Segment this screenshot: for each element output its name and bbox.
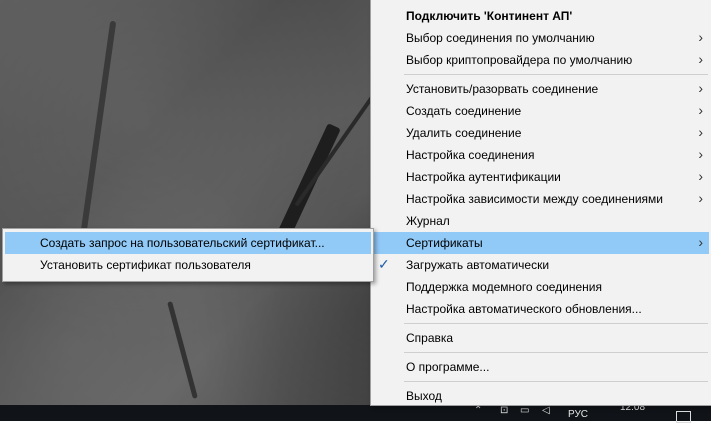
menu-item-label: Создать соединение — [406, 104, 522, 118]
menu-separator — [404, 74, 708, 75]
menu-item-label: Сертификаты — [406, 236, 483, 250]
menu-item-label: Настройка аутентификации — [406, 170, 561, 184]
menu-item-create-connection[interactable]: Создать соединение › — [373, 100, 709, 122]
menu-item-label: Выбор криптопровайдера по умолчанию — [406, 53, 633, 67]
menu-item-auth-settings[interactable]: Настройка аутентификации › — [373, 166, 709, 188]
menu-item-autoload[interactable]: ✓ Загружать автоматически — [373, 254, 709, 276]
taskbar: ⌃ ⊡ ▭ ◁ РУС 12:08 — [0, 402, 711, 423]
menu-item-dependency-settings[interactable]: Настройка зависимости между соединениями… — [373, 188, 709, 210]
tray-context-menu: Подключить 'Континент АП' Выбор соединен… — [370, 0, 711, 406]
menu-item-label: Настройка автоматического обновления... — [406, 302, 642, 316]
submenu-item-create-cert-request[interactable]: Создать запрос на пользовательский серти… — [5, 232, 371, 254]
chevron-right-icon: › — [698, 190, 703, 206]
menu-item-label: Создать запрос на пользовательский серти… — [40, 236, 325, 250]
menu-item-auto-update-settings[interactable]: Настройка автоматического обновления... — [373, 298, 709, 320]
language-indicator[interactable]: РУС — [568, 409, 588, 421]
menu-item-log[interactable]: Журнал — [373, 210, 709, 232]
menu-item-certificates[interactable]: Сертификаты › — [373, 232, 709, 254]
certificates-submenu: Создать запрос на пользовательский серти… — [2, 228, 374, 282]
menu-item-label: Выход — [406, 389, 442, 403]
menu-item-label: О программе... — [406, 360, 490, 374]
menu-item-default-connection[interactable]: Выбор соединения по умолчанию › — [373, 27, 709, 49]
chevron-right-icon: › — [698, 80, 703, 96]
menu-item-label: Выбор соединения по умолчанию — [406, 31, 595, 45]
menu-item-modem-support[interactable]: Поддержка модемного соединения — [373, 276, 709, 298]
rock-crack — [167, 301, 198, 399]
menu-separator — [404, 381, 708, 382]
menu-item-label: Настройка зависимости между соединениями — [406, 192, 663, 206]
chevron-right-icon: › — [698, 146, 703, 162]
menu-item-connect-disconnect[interactable]: Установить/разорвать соединение › — [373, 78, 709, 100]
menu-item-delete-connection[interactable]: Удалить соединение › — [373, 122, 709, 144]
notification-center-icon[interactable] — [676, 411, 691, 423]
menu-item-label: Установить/разорвать соединение — [406, 82, 599, 96]
menu-item-label: Загружать автоматически — [406, 258, 550, 272]
menu-item-connection-settings[interactable]: Настройка соединения › — [373, 144, 709, 166]
chevron-right-icon: › — [698, 124, 703, 140]
chevron-right-icon: › — [698, 51, 703, 67]
chevron-right-icon: › — [698, 168, 703, 184]
menu-item-label: Справка — [406, 331, 454, 345]
menu-item-help[interactable]: Справка — [373, 327, 709, 349]
checkmark-icon: ✓ — [378, 256, 390, 272]
menu-item-connect[interactable]: Подключить 'Континент АП' — [373, 5, 709, 27]
menu-item-exit[interactable]: Выход — [373, 385, 709, 407]
menu-item-label: Установить сертификат пользователя — [40, 258, 251, 272]
chevron-right-icon: › — [698, 102, 703, 118]
submenu-item-install-user-cert[interactable]: Установить сертификат пользователя — [5, 254, 371, 276]
menu-item-label: Журнал — [406, 214, 450, 228]
menu-item-label: Поддержка модемного соединения — [406, 280, 602, 294]
menu-item-label: Подключить 'Континент АП' — [406, 9, 573, 23]
menu-separator — [404, 352, 708, 353]
menu-separator — [404, 323, 708, 324]
chevron-right-icon: › — [698, 29, 703, 45]
menu-item-about[interactable]: О программе... — [373, 356, 709, 378]
menu-item-default-crypto-provider[interactable]: Выбор криптопровайдера по умолчанию › — [373, 49, 709, 71]
menu-item-label: Настройка соединения — [406, 148, 535, 162]
menu-item-label: Удалить соединение — [406, 126, 522, 140]
chevron-right-icon: › — [698, 234, 703, 250]
rock-crack — [79, 20, 117, 240]
